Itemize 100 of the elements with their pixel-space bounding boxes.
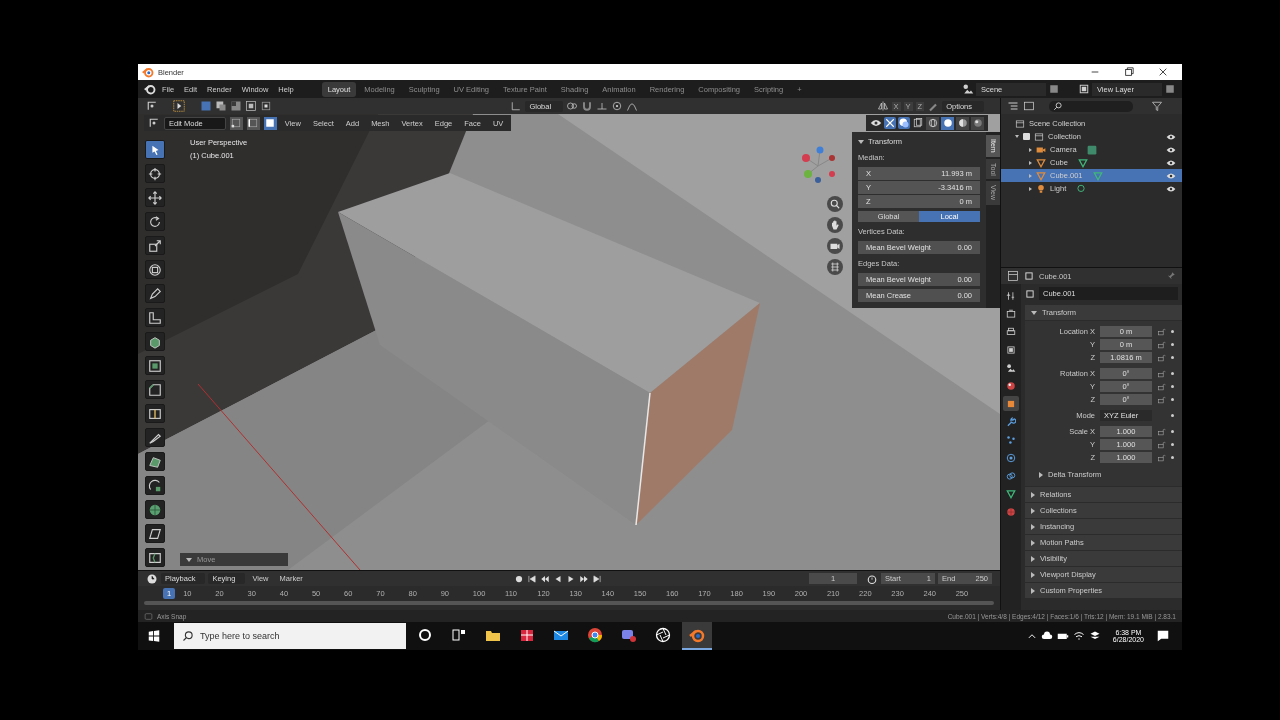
clock-icon[interactable]	[146, 572, 158, 585]
subtract-selection-icon[interactable]	[230, 100, 242, 112]
select-mode-button[interactable]	[263, 116, 277, 130]
jump-start-icon[interactable]	[526, 573, 537, 584]
tool-button[interactable]	[145, 428, 165, 447]
keyframe-dot-icon[interactable]	[1171, 413, 1174, 417]
wrench-icon	[1006, 416, 1016, 427]
search-field[interactable]	[1049, 100, 1133, 112]
tool-button[interactable]	[145, 212, 165, 231]
next-keyframe-icon[interactable]	[578, 573, 589, 584]
keyframe-dot-icon[interactable]	[1171, 455, 1174, 459]
tool-button[interactable]	[145, 452, 165, 471]
bulb-data-icon[interactable]	[1076, 183, 1087, 194]
keyframe-dot-icon[interactable]	[1171, 442, 1174, 446]
gizmo-toggle-icon[interactable]	[884, 117, 896, 129]
magnet-icon[interactable]	[581, 100, 594, 112]
disclosure-arrow-icon[interactable]	[1029, 147, 1032, 152]
tool-button[interactable]	[145, 284, 165, 303]
axes-icon[interactable]	[510, 100, 523, 112]
shading-button[interactable]	[956, 116, 969, 130]
shading-button[interactable]	[971, 116, 984, 130]
layers-icon[interactable]	[1078, 83, 1090, 95]
object-square-icon[interactable]	[1025, 288, 1035, 299]
lock-icon[interactable]	[1157, 368, 1166, 378]
keyframe-dot-icon[interactable]	[1171, 384, 1174, 388]
tool-button[interactable]	[145, 404, 165, 423]
tool-button[interactable]	[145, 332, 165, 351]
lock-icon[interactable]	[1157, 352, 1166, 362]
disclosure-arrow-icon[interactable]	[1015, 135, 1019, 138]
lock-icon[interactable]	[1157, 326, 1166, 336]
falloff-curve-icon[interactable]	[626, 100, 639, 112]
keyframe-dot-icon[interactable]	[1171, 429, 1174, 433]
collapse-arrow-icon[interactable]	[1031, 310, 1037, 315]
expand-arrow-icon[interactable]	[186, 557, 192, 562]
editor-type-icon[interactable]	[148, 117, 160, 129]
keyframe-dot-icon[interactable]	[1171, 355, 1174, 359]
tool-button[interactable]	[145, 260, 165, 279]
previous-keyframe-icon[interactable]	[539, 573, 550, 584]
disclosure-arrow-icon[interactable]	[1029, 186, 1032, 191]
invert-selection-icon[interactable]	[245, 100, 257, 112]
proportional-edit-icon[interactable]	[611, 100, 624, 112]
filter-icon[interactable]	[1151, 100, 1163, 112]
tool-button[interactable]	[145, 500, 165, 519]
intersect-selection-icon[interactable]	[260, 100, 272, 112]
wifi-icon[interactable]	[1072, 630, 1085, 642]
snap-icon[interactable]	[596, 100, 609, 112]
tool-button[interactable]	[145, 524, 165, 543]
eye-icon[interactable]	[870, 117, 882, 129]
restore-icon[interactable]	[1124, 67, 1134, 77]
xray-icon[interactable]	[912, 117, 924, 129]
list-icon[interactable]	[1007, 100, 1019, 112]
lock-icon[interactable]	[1157, 426, 1166, 436]
scrollbar[interactable]	[144, 601, 994, 605]
search-field[interactable]: Type here to search	[174, 623, 406, 649]
tool-button[interactable]	[145, 476, 165, 495]
disclosure-arrow-icon[interactable]	[1029, 160, 1032, 165]
tool-button[interactable]	[145, 380, 165, 399]
overlay-toggle-icon[interactable]	[898, 117, 910, 129]
camera-data-icon[interactable]	[1086, 144, 1097, 155]
pin-icon[interactable]	[1166, 271, 1176, 281]
shading-button[interactable]	[926, 116, 939, 130]
tool-button[interactable]	[145, 140, 165, 159]
checkbox[interactable]	[1023, 133, 1030, 140]
display-mode-icon[interactable]	[1023, 100, 1035, 112]
collapse-arrow-icon[interactable]	[858, 139, 864, 144]
lock-icon[interactable]	[1157, 381, 1166, 391]
shading-button[interactable]	[941, 116, 954, 130]
tool-button[interactable]	[145, 188, 165, 207]
lock-icon[interactable]	[1157, 394, 1166, 404]
tool-button[interactable]	[145, 308, 165, 327]
close-icon[interactable]	[1158, 67, 1168, 77]
scene-icon[interactable]	[962, 83, 974, 95]
lock-icon[interactable]	[1157, 339, 1166, 349]
record-icon[interactable]	[513, 573, 524, 584]
lock-icon[interactable]	[1157, 452, 1166, 462]
keyframe-dot-icon[interactable]	[1171, 397, 1174, 401]
keyframe-dot-icon[interactable]	[1171, 371, 1174, 375]
select-mode-button[interactable]	[229, 116, 243, 130]
tool-button[interactable]	[145, 164, 165, 183]
expand-arrow-icon[interactable]	[1039, 471, 1043, 478]
select-mode-button[interactable]	[246, 116, 260, 130]
editor-type-icon[interactable]	[1007, 270, 1019, 282]
cloud-icon[interactable]	[1040, 630, 1053, 642]
app-logo-icon[interactable]	[144, 83, 156, 95]
editor-type-icon[interactable]	[146, 100, 158, 112]
keyframe-dot-icon[interactable]	[1171, 329, 1174, 333]
select-box-icon[interactable]	[173, 100, 185, 112]
notification-icon[interactable]	[1156, 629, 1170, 643]
tool-button[interactable]	[145, 356, 165, 375]
extend-selection-icon[interactable]	[215, 100, 227, 112]
tool-button[interactable]	[145, 236, 165, 255]
triangle-data-icon[interactable]	[1077, 157, 1088, 168]
keyframe-dot-icon[interactable]	[1171, 342, 1174, 346]
tool-button[interactable]	[145, 548, 165, 567]
caret-up-icon[interactable]	[1026, 631, 1037, 641]
lock-icon[interactable]	[1157, 439, 1166, 449]
mirror-icon[interactable]	[876, 100, 889, 112]
jump-end-icon[interactable]	[591, 573, 602, 584]
stopwatch-icon[interactable]	[866, 572, 878, 585]
pivot-icon[interactable]	[566, 100, 579, 112]
